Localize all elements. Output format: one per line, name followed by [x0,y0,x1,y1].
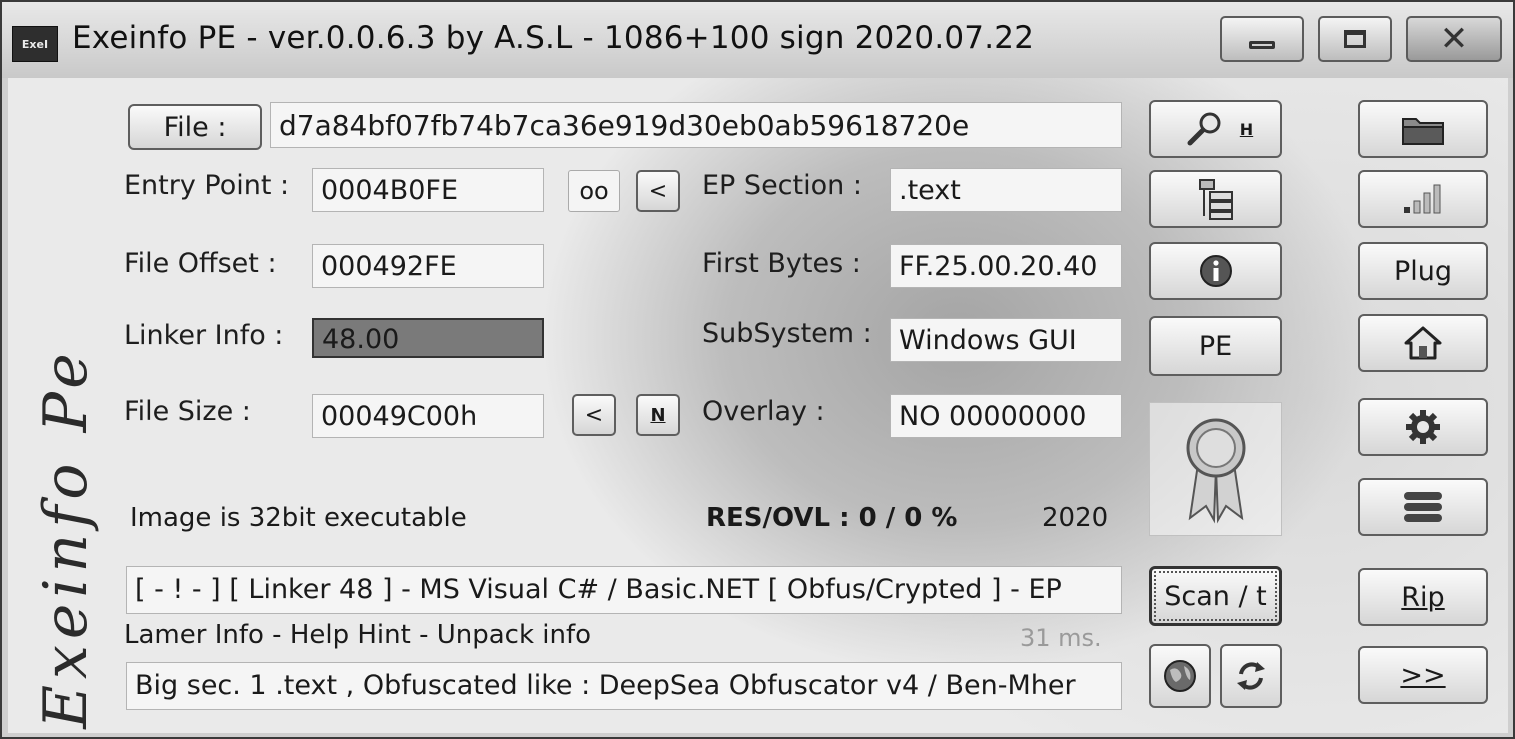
pe-button[interactable]: PE [1149,316,1282,376]
maximize-icon [1344,30,1366,48]
oo-button[interactable]: oo [568,170,620,212]
side-logo-text: Exeinfo Pe [31,347,101,729]
home-button[interactable] [1358,314,1488,372]
file-offset-field[interactable]: 000492FE [312,244,544,288]
close-icon: ✕ [1439,19,1469,59]
info-icon [1199,255,1232,287]
magnifier-icon [1187,112,1221,146]
overlay-field[interactable]: NO 00000000 [890,394,1122,438]
entry-point-field[interactable]: 0004B0FE [312,168,544,212]
entry-point-label: Entry Point : [124,170,290,201]
sections-tree-icon [1198,179,1233,220]
image-info-text: Image is 32bit executable [130,503,467,533]
linker-info-label: Linker Info : [124,320,284,351]
gear-icon [1406,410,1440,444]
open-file-button[interactable] [1358,100,1488,158]
close-button[interactable]: ✕ [1406,16,1502,62]
detection-result-field[interactable]: [ - ! - ] [ Linker 48 ] - MS Visual C# /… [126,566,1122,614]
rip-button[interactable]: Rip [1358,568,1488,626]
stats-button[interactable] [1358,170,1488,228]
globe-icon [1164,660,1196,692]
settings-button[interactable] [1358,398,1488,456]
file-offset-label: File Offset : [124,248,277,279]
file-size-back-button[interactable]: < [572,394,616,436]
certificate-badge [1149,402,1282,536]
file-size-field[interactable]: 00049C00h [312,394,544,438]
h-hotkey-label: H [1239,119,1254,139]
subsystem-label: SubSystem : [702,318,872,349]
window-title: Exeinfo PE - ver.0.0.6.3 by A.S.L - 1086… [72,20,1035,56]
main-panel: Exeinfo Pe File : d7a84bf07fb74b7ca36e91… [8,78,1508,733]
web-button[interactable] [1149,644,1211,708]
title-bar: ExeI Exeinfo PE - ver.0.0.6.3 by A.S.L -… [2,2,1513,78]
file-size-label: File Size : [124,396,251,427]
ep-section-label: EP Section : [702,170,862,201]
linker-info-field[interactable]: 48.00 [312,318,544,358]
sections-button[interactable] [1149,170,1282,228]
plugins-button[interactable]: Plug [1358,242,1488,300]
list-icon [1404,492,1442,522]
hint-field[interactable]: Big sec. 1 .text , Obfuscated like : Dee… [126,662,1122,710]
search-hex-button[interactable]: H [1149,100,1282,158]
app-icon: ExeI [12,26,58,62]
home-icon [1404,326,1442,360]
refresh-icon [1237,662,1265,690]
year-text: 2020 [1042,503,1109,533]
res-ovl-text: RES/OVL : 0 / 0 % [706,503,958,533]
side-logo: Exeinfo Pe [22,328,112,737]
n-button[interactable]: N [636,394,680,436]
minimize-icon [1249,41,1275,49]
scan-button[interactable]: Scan / t [1149,566,1282,626]
exeinfo-window: ExeI Exeinfo PE - ver.0.0.6.3 by A.S.L -… [0,0,1515,739]
ep-section-field[interactable]: .text [890,168,1122,212]
file-button[interactable]: File : [128,104,262,150]
overlay-label: Overlay : [702,396,825,427]
refresh-button[interactable] [1220,644,1282,708]
first-bytes-label: First Bytes : [702,248,861,279]
scan-time-text: 31 ms. [1020,624,1102,652]
subsystem-field[interactable]: Windows GUI [890,318,1122,362]
signal-bars-icon [1404,184,1441,214]
first-bytes-field[interactable]: FF.25.00.20.40 [890,244,1122,288]
entry-point-back-button[interactable]: < [636,170,680,212]
maximize-button[interactable] [1318,16,1392,62]
list-button[interactable] [1358,478,1488,536]
lamer-info-link[interactable]: Lamer Info - Help Hint - Unpack info [124,620,591,650]
file-name-field[interactable]: d7a84bf07fb74b7ca36e919d30eb0ab59618720e [270,102,1122,148]
minimize-button[interactable] [1220,16,1304,62]
ribbon-badge-icon [1186,418,1245,524]
info-button[interactable] [1149,242,1282,300]
folder-icon [1402,118,1444,145]
next-button[interactable]: >> [1358,646,1488,704]
